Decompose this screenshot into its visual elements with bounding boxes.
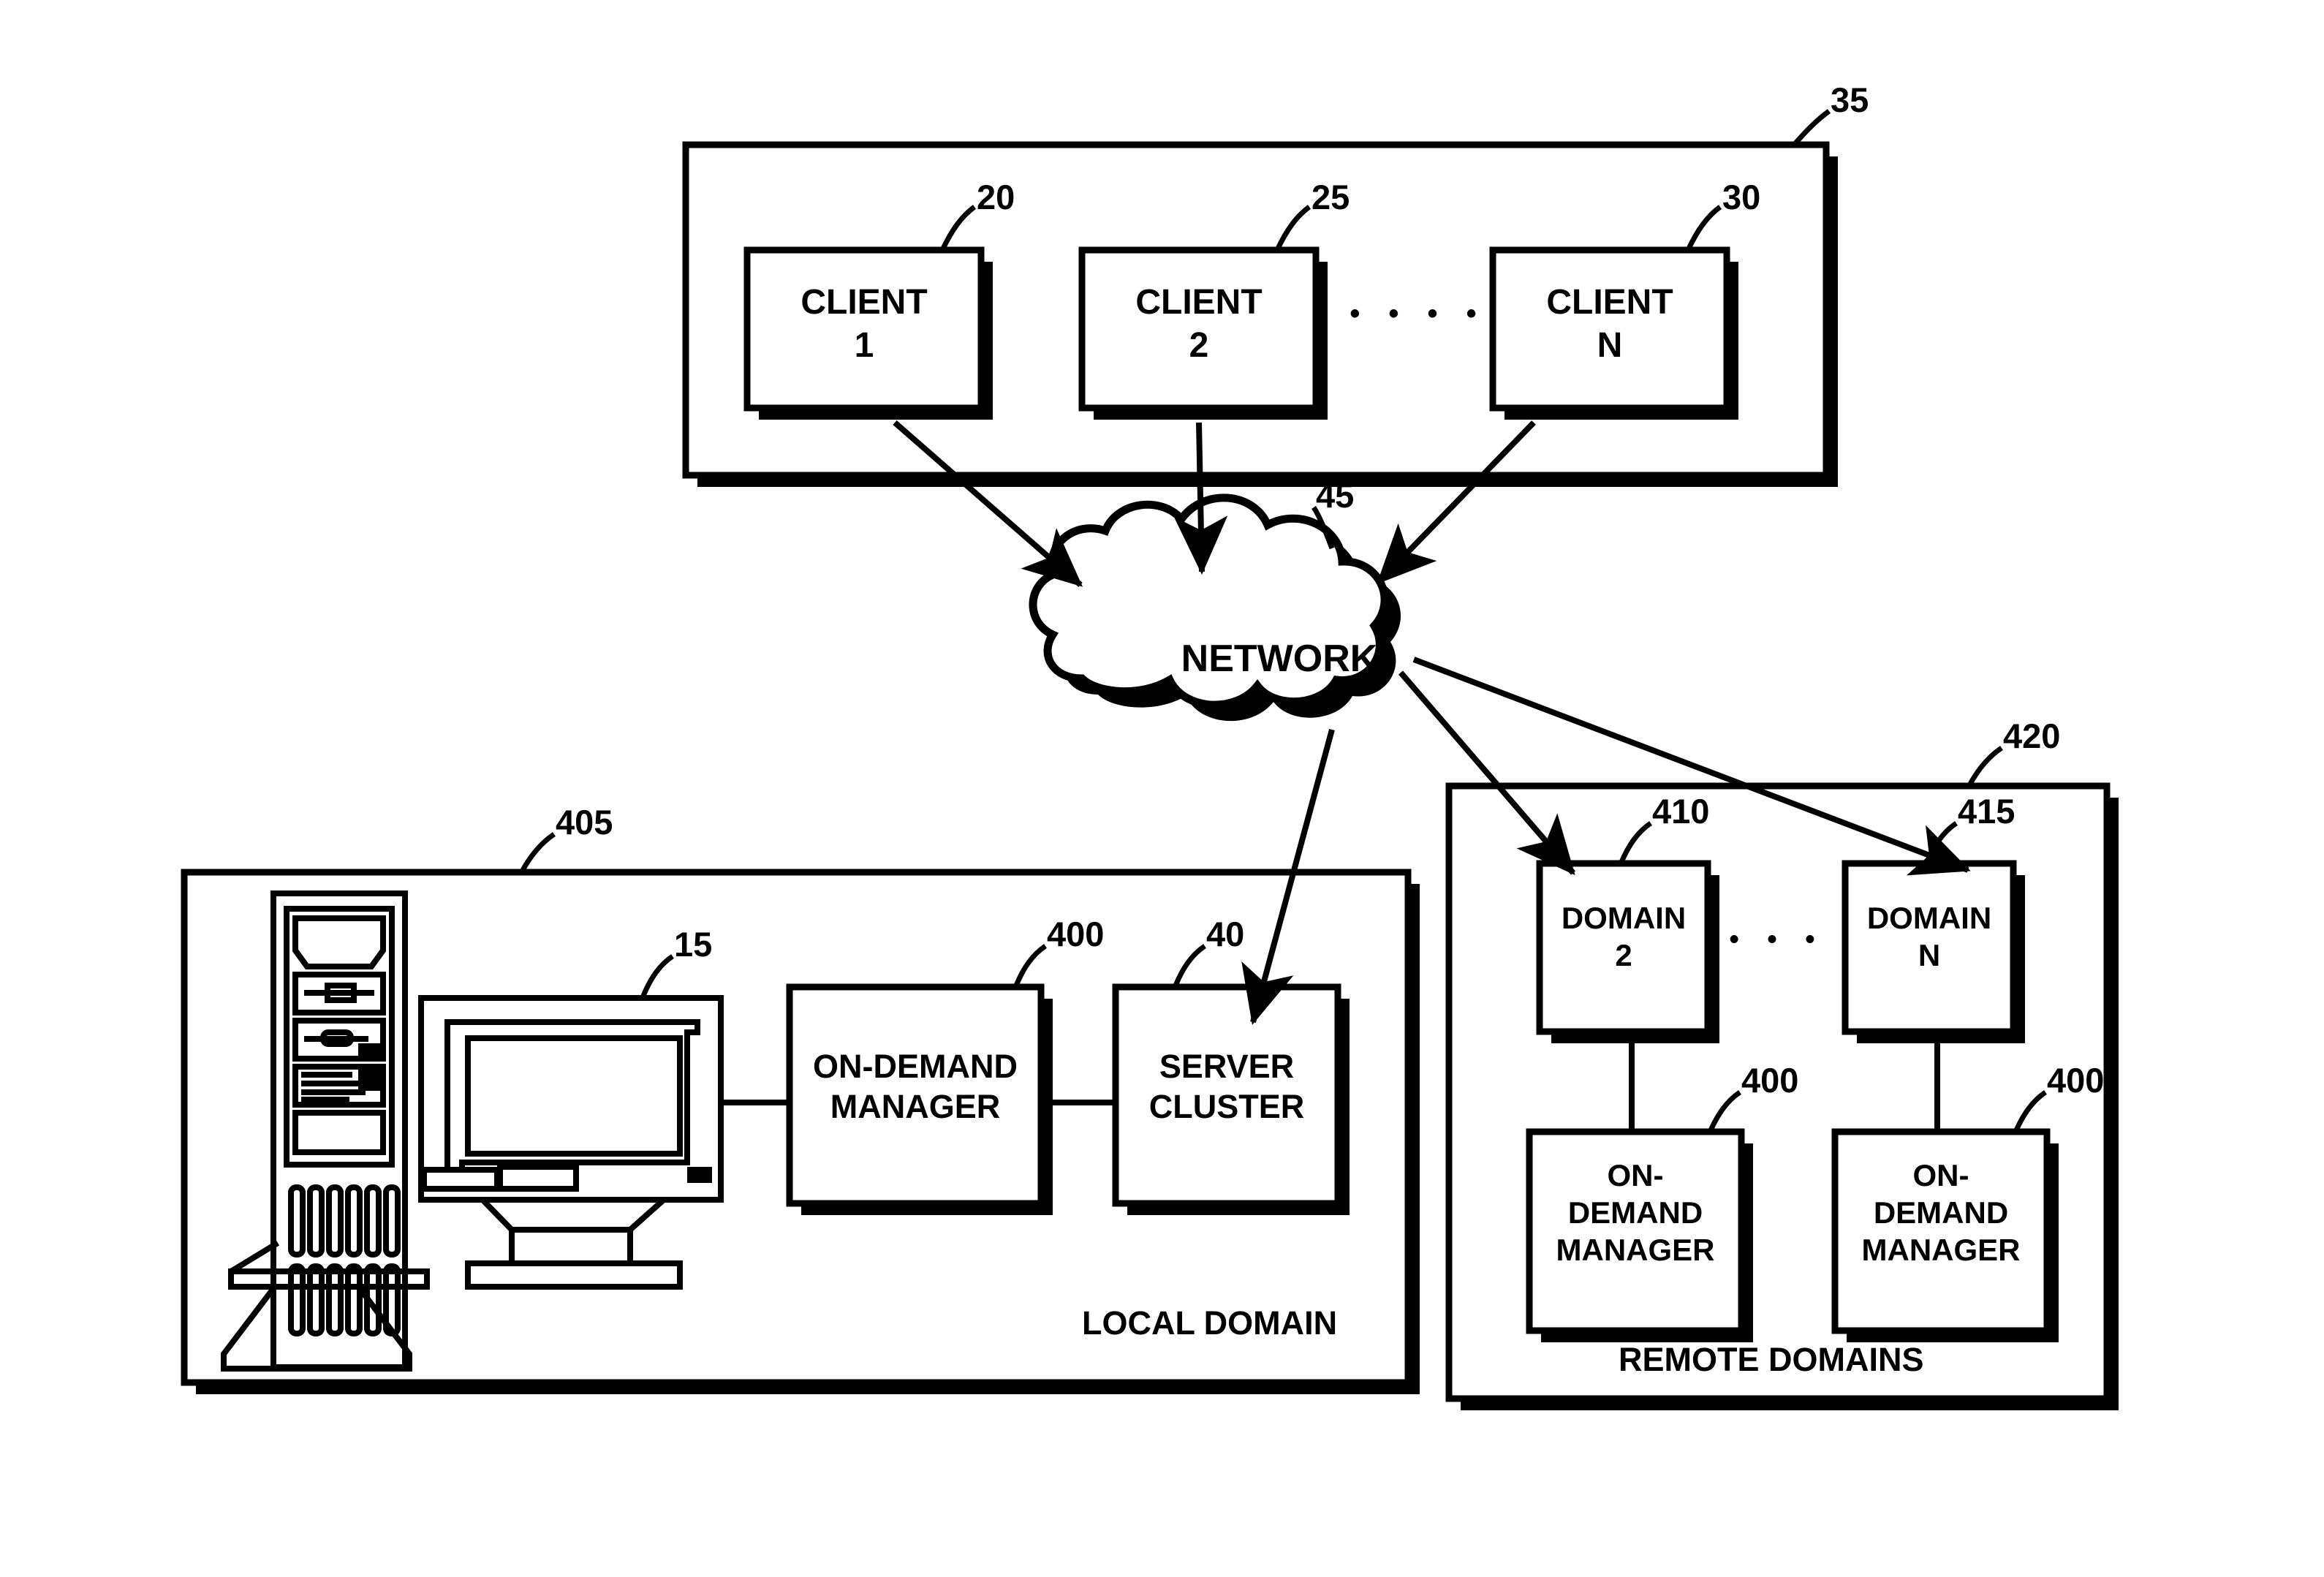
ref-numeral-30: 30 — [1722, 178, 1761, 216]
domains-ellipsis: • • • — [1729, 924, 1825, 955]
server-cluster-label: SERVER CLUSTER — [1148, 1048, 1305, 1125]
local-domain-caption: LOCAL DOMAIN — [1082, 1304, 1338, 1342]
domain-2-label: DOMAIN 2 — [1561, 901, 1687, 973]
local-on-demand-manager-label: ON-DEMAND MANAGER — [813, 1048, 1018, 1125]
ref-numeral-45: 45 — [1316, 476, 1355, 515]
leader-35 — [1793, 109, 1831, 146]
leader-405 — [519, 832, 556, 873]
edge-client2-network — [1173, 422, 1228, 575]
ref-numeral-420: 420 — [2003, 716, 2061, 755]
remote-manager-n-label: ON- DEMAND MANAGER — [1861, 1158, 2021, 1268]
remote-manager-2-label: ON- DEMAND MANAGER — [1556, 1158, 1715, 1268]
ref-numeral-415: 415 — [1958, 792, 2015, 831]
figure-canvas: 35 20 25 30 45 405 15 400 40 420 410 415… — [0, 0, 2324, 1577]
network-cloud[interactable] — [1029, 493, 1401, 722]
ref-numeral-15: 15 — [674, 925, 713, 964]
ref-numeral-410: 410 — [1652, 792, 1710, 831]
client-n-label: CLIENT N — [1546, 283, 1673, 365]
ref-numeral-35: 35 — [1831, 80, 1869, 119]
ref-numeral-405: 405 — [556, 803, 613, 842]
client-2-label: CLIENT 2 — [1135, 283, 1263, 365]
ref-numeral-20: 20 — [977, 178, 1015, 216]
ref-numeral-400-remoten: 400 — [2047, 1061, 2105, 1100]
client-1-label: CLIENT 1 — [800, 283, 928, 365]
clients-ellipsis: • • • • — [1350, 298, 1487, 330]
ref-numeral-25: 25 — [1311, 178, 1350, 216]
network-label: NETWORK — [1181, 638, 1378, 680]
leader-420 — [1967, 746, 2003, 787]
ref-numeral-400-local: 400 — [1047, 915, 1105, 953]
ref-numeral-40: 40 — [1206, 915, 1245, 953]
domain-n-label: DOMAIN N — [1866, 901, 1992, 973]
remote-domains-caption: REMOTE DOMAINS — [1619, 1341, 1924, 1378]
ref-numeral-400-remote2: 400 — [1741, 1061, 1799, 1100]
